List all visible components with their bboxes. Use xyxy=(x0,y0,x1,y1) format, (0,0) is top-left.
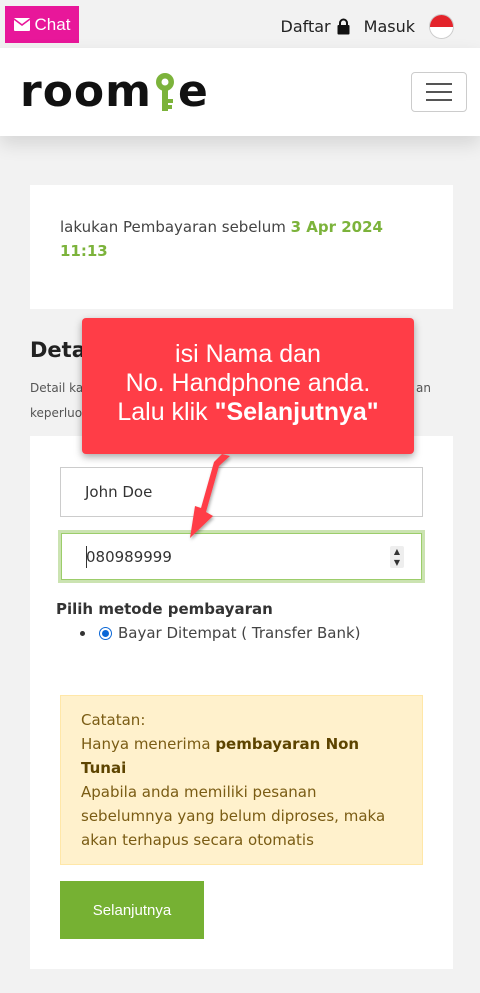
number-spinner[interactable]: ▲ ▼ xyxy=(390,546,404,568)
callout-line1: isi Nama dan xyxy=(175,340,321,368)
chat-label: Chat xyxy=(34,14,71,34)
roomie-logo[interactable]: room e xyxy=(20,68,209,116)
name-value: John Doe xyxy=(85,483,153,501)
menu-toggle-button[interactable] xyxy=(411,72,467,112)
key-icon xyxy=(154,72,176,116)
payment-method-label: Pilih metode pembayaran xyxy=(56,600,273,618)
desc-line1-right: an xyxy=(416,381,431,395)
callout-line3: Lalu klik "Selanjutnya" xyxy=(117,398,379,426)
phone-value: 080989999 xyxy=(86,547,172,566)
note-title: Catatan: xyxy=(81,711,146,729)
logo-text-left: room xyxy=(20,66,153,117)
phone-input[interactable]: 080989999 ▲ ▼ xyxy=(58,530,425,583)
desc-line2-left: keperluo xyxy=(30,406,83,420)
top-bar: Chat Daftar Masuk xyxy=(0,0,480,48)
note-line3: Apabila anda memiliki pesanan sebelumnya… xyxy=(81,783,386,849)
payment-radio[interactable] xyxy=(99,626,112,640)
next-button[interactable]: Selanjutnya xyxy=(60,881,204,939)
deadline-text: lakukan Pembayaran sebelum xyxy=(60,218,286,236)
hamburger-icon xyxy=(426,83,452,85)
name-input[interactable]: John Doe xyxy=(60,467,423,517)
desc-line1-left: Detail ka xyxy=(30,381,84,395)
payment-option[interactable]: Bayar Ditempat ( Transfer Bank) xyxy=(80,624,361,642)
callout-bold: "Selanjutnya" xyxy=(214,398,379,426)
envelope-icon xyxy=(13,18,30,31)
indonesia-flag-icon[interactable] xyxy=(429,14,454,39)
spinner-down-icon[interactable]: ▼ xyxy=(394,557,400,568)
payment-deadline-card: lakukan Pembayaran sebelum 3 Apr 2024 11… xyxy=(30,185,453,309)
spinner-up-icon[interactable]: ▲ xyxy=(394,546,400,557)
lock-icon xyxy=(337,18,350,35)
register-link[interactable]: Daftar xyxy=(281,17,331,36)
payment-option-label: Bayar Ditempat ( Transfer Bank) xyxy=(118,624,361,642)
callout-line2: No. Handphone anda. xyxy=(125,369,371,397)
text-caret xyxy=(86,546,87,568)
note-line2: Hanya menerima pembayaran Non Tunai xyxy=(81,735,360,777)
deadline-message: lakukan Pembayaran sebelum 3 Apr 2024 11… xyxy=(60,215,410,263)
list-bullet xyxy=(80,630,85,636)
login-link[interactable]: Masuk xyxy=(364,17,415,36)
site-header: room e xyxy=(0,48,480,136)
instruction-callout: isi Nama dan No. Handphone anda. Lalu kl… xyxy=(82,318,414,454)
booking-form-card: John Doe 080989999 ▲ ▼ Pilih metode pemb… xyxy=(30,436,453,969)
account-links: Daftar Masuk xyxy=(281,14,454,39)
section-title: Deta xyxy=(30,338,86,362)
logo-text-right: e xyxy=(178,66,209,117)
payment-note: Catatan: Hanya menerima pembayaran Non T… xyxy=(60,695,423,865)
chat-button[interactable]: Chat xyxy=(5,6,79,43)
